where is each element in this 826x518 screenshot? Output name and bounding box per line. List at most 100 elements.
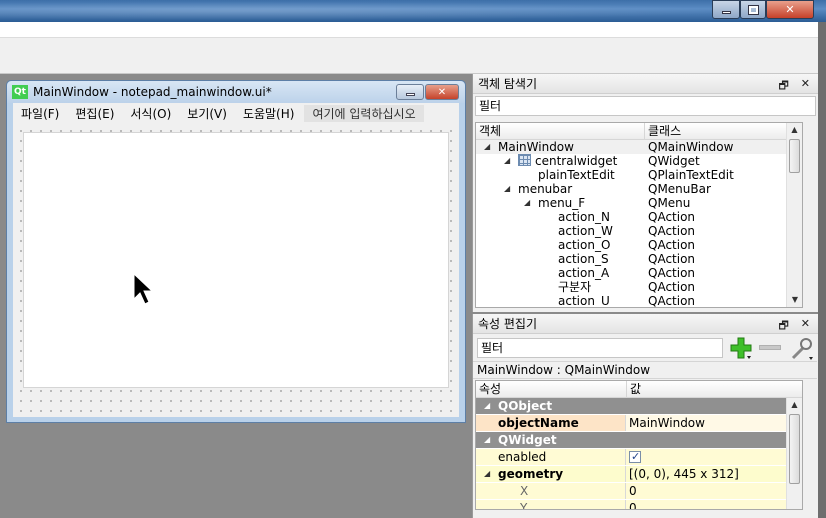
tree-row[interactable]: action_O QAction	[476, 238, 802, 252]
tree-row[interactable]: ◢ menu_F QMenu	[476, 196, 802, 210]
expand-arrow-icon[interactable]: ◢	[484, 140, 490, 154]
property-value-cell[interactable]: 0	[626, 500, 802, 509]
tree-row[interactable]: plainTextEdit QPlainTextEdit	[476, 168, 802, 182]
scroll-thumb[interactable]	[789, 414, 800, 484]
window-edge	[818, 22, 826, 518]
property-table-header: 속성 값	[476, 381, 802, 398]
property-name-cell: ◢ QWidget	[476, 432, 626, 448]
menu-view[interactable]: 보기(V)	[179, 105, 235, 122]
menu-help[interactable]: 도움말(H)	[235, 105, 303, 122]
tree-row[interactable]: action_N QAction	[476, 210, 802, 224]
expand-arrow-icon[interactable]: ◢	[484, 398, 490, 414]
scroll-down-icon[interactable]: ▼	[787, 293, 802, 307]
configure-icon[interactable]	[789, 336, 815, 362]
property-row[interactable]: Y0	[476, 500, 802, 510]
grid-layout-icon	[518, 154, 531, 166]
tree-row-name-cell: action_W	[476, 224, 646, 238]
tree-row[interactable]: action_W QAction	[476, 224, 802, 238]
host-minimize-button[interactable]	[712, 0, 740, 19]
tree-row-class: QAction	[648, 266, 696, 280]
expand-arrow-icon[interactable]: ◢	[524, 196, 530, 210]
tree-row[interactable]: action_S QAction	[476, 252, 802, 266]
host-window-titlebar	[0, 0, 826, 22]
host-maximize-button[interactable]	[740, 0, 766, 19]
menu-format[interactable]: 서식(O)	[122, 105, 179, 122]
qt-logo-icon: Qt	[12, 85, 28, 99]
column-value[interactable]: 값	[626, 381, 802, 397]
expand-arrow-icon[interactable]: ◢	[504, 182, 510, 196]
tree-row-name: plainTextEdit	[538, 168, 615, 182]
property-group-row[interactable]: ◢ QWidget	[476, 432, 802, 449]
form-close-button[interactable]: ✕	[425, 84, 459, 100]
scroll-up-icon[interactable]: ▲	[787, 123, 802, 137]
property-name: Y	[520, 501, 528, 510]
tree-row-name: menubar	[518, 182, 573, 196]
tree-row-name: action_W	[558, 224, 613, 238]
tree-row-name: menu_F	[538, 196, 586, 210]
property-toolbar: 필터	[475, 332, 817, 360]
tree-row-name-cell: action_S	[476, 252, 646, 266]
tree-row-name: action_O	[558, 238, 611, 252]
tree-row[interactable]: ◢ menubar QMenuBar	[476, 182, 802, 196]
property-row[interactable]: enabled	[476, 449, 802, 466]
property-value-cell[interactable]: MainWindow	[626, 415, 802, 431]
expand-arrow-icon[interactable]: ◢	[484, 432, 490, 448]
property-name-cell: ◢ QObject	[476, 398, 626, 414]
property-value-cell[interactable]	[626, 449, 802, 465]
tree-row-class: QAction	[648, 210, 696, 224]
property-name: QWidget	[498, 433, 557, 447]
tree-row[interactable]: action_U QAction	[476, 294, 802, 307]
tree-row-name-cell: ◢ centralwidget	[476, 154, 646, 168]
property-scrollbar[interactable]: ▲	[786, 398, 802, 509]
form-minimize-button[interactable]	[396, 84, 424, 100]
property-name-cell: X	[476, 483, 626, 499]
tree-scrollbar[interactable]: ▲ ▼	[786, 123, 802, 307]
tree-header: 객체 클래스	[476, 123, 802, 140]
scroll-thumb[interactable]	[789, 139, 800, 173]
tree-row-name-cell: plainTextEdit	[476, 168, 646, 182]
property-row[interactable]: objectName MainWindow	[476, 415, 802, 432]
column-class[interactable]: 클래스	[644, 123, 794, 139]
form-title: MainWindow - notepad_mainwindow.ui*	[33, 85, 272, 99]
tree-row[interactable]: ◢ MainWindow QMainWindow	[476, 140, 802, 154]
property-name: enabled	[498, 450, 547, 464]
object-tree[interactable]: 객체 클래스 ◢ MainWindow QMainWindow ◢ centralwid…	[475, 122, 803, 308]
form-titlebar[interactable]: Qt MainWindow - notepad_mainwindow.ui* ✕	[7, 81, 465, 103]
property-row[interactable]: ◢ geometry [(0, 0), 445 x 312]	[476, 466, 802, 483]
close-icon[interactable]: ✕	[801, 77, 810, 96]
host-toolbar	[0, 38, 818, 74]
property-group-row[interactable]: ◢ QObject	[476, 398, 802, 415]
scroll-up-icon[interactable]: ▲	[787, 398, 802, 412]
property-value: [(0, 0), 445 x 312]	[629, 467, 739, 481]
enabled-checkbox[interactable]	[629, 449, 641, 465]
tree-row-class: QPlainTextEdit	[648, 168, 734, 182]
plain-text-edit[interactable]	[23, 132, 449, 388]
tree-row-class: QMenu	[648, 196, 691, 210]
property-value-cell[interactable]: [(0, 0), 445 x 312]	[626, 466, 802, 482]
expand-arrow-icon[interactable]: ◢	[504, 154, 510, 168]
tree-row[interactable]: action_A QAction	[476, 266, 802, 280]
property-row[interactable]: X0	[476, 483, 802, 500]
menu-type-here[interactable]: 여기에 입력하십시오	[304, 104, 424, 122]
tree-row-name: centralwidget	[535, 154, 618, 168]
expand-arrow-icon[interactable]: ◢	[484, 466, 490, 482]
menu-file[interactable]: 파일(F)	[13, 105, 67, 122]
property-filter-input[interactable]: 필터	[477, 338, 723, 358]
property-value-cell[interactable]: 0	[626, 483, 802, 499]
tree-row[interactable]: 구분자 QAction	[476, 280, 802, 294]
tree-row-class: QWidget	[648, 154, 700, 168]
column-object[interactable]: 객체	[476, 123, 644, 139]
property-name-cell: Y	[476, 500, 626, 510]
property-name-cell: objectName	[476, 415, 626, 431]
maximize-icon	[747, 4, 759, 15]
float-icon[interactable]: 🗗	[778, 77, 788, 96]
column-property[interactable]: 속성	[476, 381, 626, 397]
menu-edit[interactable]: 편집(E)	[67, 105, 122, 122]
selected-object-label: MainWindow : QMainWindow	[473, 361, 817, 379]
tree-row[interactable]: ◢ centralwidget QWidget	[476, 154, 802, 168]
property-table[interactable]: 속성 값 ◢ QObject objectName MainWindow ◢ QWidge…	[475, 380, 803, 510]
object-filter-input[interactable]: 필터	[475, 96, 816, 116]
remove-property-icon[interactable]	[759, 345, 781, 350]
host-close-button[interactable]: ✕	[766, 0, 814, 19]
add-property-icon[interactable]	[729, 336, 753, 360]
